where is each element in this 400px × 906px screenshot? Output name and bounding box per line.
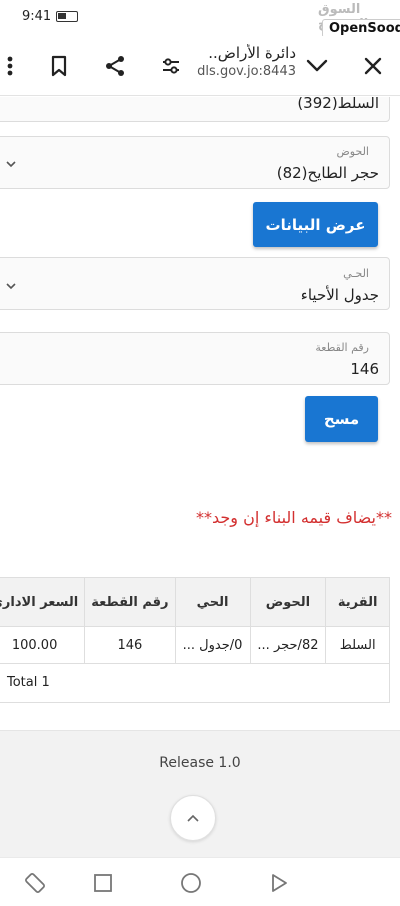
table-header-row: القرية الحوض الحي رقم القطعة السعر الادا…	[0, 577, 390, 627]
browser-toolbar: دائرة الأراض.. dls.gov.jo:8443	[0, 36, 400, 96]
chevron-up-icon	[187, 814, 199, 822]
chevron-down-icon[interactable]	[303, 52, 331, 80]
system-nav-bar	[0, 857, 400, 906]
cell-neighborhood: 0/جدول ...	[174, 626, 251, 664]
column-neighborhood[interactable]: الحي	[174, 577, 251, 627]
recents-icon[interactable]	[90, 870, 116, 896]
parcel-label: رقم القطعة	[315, 341, 369, 354]
close-icon[interactable]	[359, 52, 387, 80]
neighborhood-value: جدول الأحياء	[300, 286, 379, 304]
clear-button[interactable]: مسح	[305, 396, 378, 442]
neighborhood-label: الحـي	[343, 267, 369, 280]
tune-icon[interactable]	[157, 52, 185, 80]
basin-label: الحوض	[336, 145, 370, 158]
building-value-note: **يضاف قيمه البناء إن وجد**	[195, 508, 392, 527]
column-parcel[interactable]: رقم القطعة	[84, 577, 176, 627]
neighborhood-select[interactable]: الحـي جدول الأحياء	[0, 257, 390, 310]
chevron-down-icon	[6, 161, 16, 168]
village-select[interactable]: السلط(392)	[0, 97, 390, 122]
share-icon[interactable]	[101, 52, 129, 80]
column-admin-price[interactable]: السعر الاداري	[0, 577, 86, 627]
cell-basin: 82/حجر ...	[249, 626, 327, 664]
parcel-number-input[interactable]: رقم القطعة 146	[0, 332, 390, 385]
back-icon[interactable]	[266, 870, 292, 896]
basin-select[interactable]: الحوض حجر الطايح(82)	[0, 136, 390, 189]
show-data-button[interactable]: عرض البيانات	[253, 202, 378, 247]
page-content: السلط(392) الحوض حجر الطايح(82) عرض البي…	[0, 97, 400, 857]
village-value: السلط(392)	[297, 97, 379, 112]
table-total: Total 1	[0, 663, 390, 703]
status-time: 9:41	[22, 9, 52, 24]
home-icon[interactable]	[178, 870, 204, 896]
cell-parcel: 146	[84, 626, 176, 664]
scroll-to-top-button[interactable]	[170, 795, 216, 841]
basin-value: حجر الطايح(82)	[276, 164, 379, 182]
cell-village: السلط	[325, 626, 390, 664]
column-basin[interactable]: الحوض	[249, 577, 327, 627]
page-domain: dls.gov.jo:8443	[197, 64, 296, 79]
status-bar: 9:41 السوق المفتوح OpenSooq	[0, 0, 400, 38]
parcel-value: 146	[350, 360, 379, 378]
battery-icon	[56, 11, 78, 22]
page-title: دائرة الأراض..	[208, 44, 296, 62]
results-table: القرية الحوض الحي رقم القطعة السعر الادا…	[0, 577, 390, 664]
column-village[interactable]: القرية	[325, 577, 390, 627]
bookmark-icon[interactable]	[45, 52, 73, 80]
table-row[interactable]: السلط 82/حجر ... 0/جدول ... 146 100.00	[0, 626, 390, 664]
cell-admin-price: 100.00	[0, 626, 86, 664]
page-footer: Release 1.0	[0, 730, 400, 857]
address-bar[interactable]: دائرة الأراض.. dls.gov.jo:8443	[196, 44, 296, 79]
release-version: Release 1.0	[159, 755, 241, 771]
rotate-icon[interactable]	[22, 870, 48, 896]
chevron-down-icon	[6, 283, 16, 290]
more-vert-icon[interactable]	[0, 52, 24, 80]
